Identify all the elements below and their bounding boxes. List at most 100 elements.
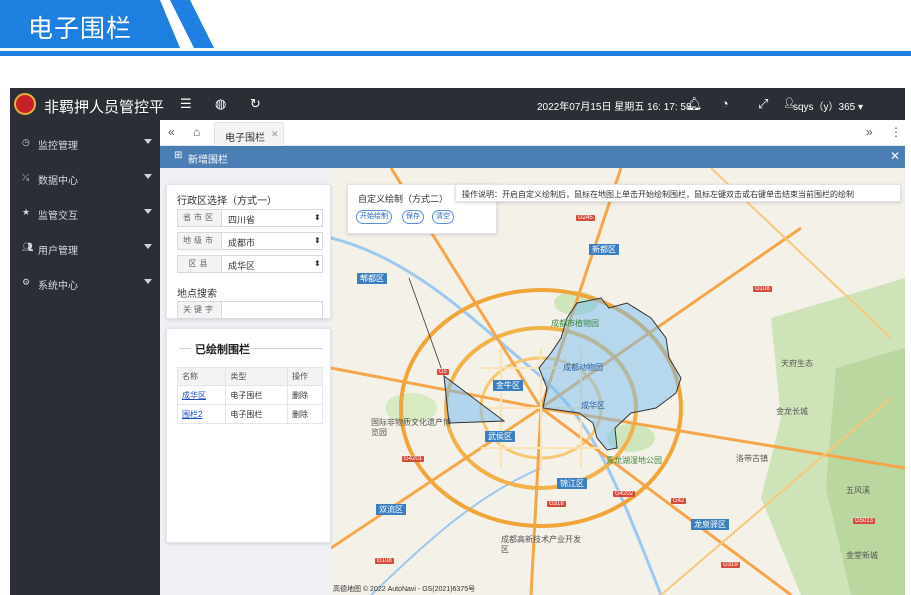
column-header-action: 操作 [286, 367, 324, 386]
table-row: 围栏2 电子围栏 删除 [176, 404, 324, 424]
app-window: 非羁押人员管控平 ☰ ◍ ↻ 2022年07月15日 星期五 16: 17: 5… [10, 88, 905, 595]
data-icon: ⤯ [22, 172, 30, 182]
fence-name-link[interactable]: 围栏2 [182, 410, 202, 419]
road-shield: G5 [437, 369, 450, 375]
city-select[interactable]: 地级市 成都市 ⬍ [177, 232, 323, 250]
region-select-card: 行政区选择（方式一） 省市区 四川省 ⬍ 地级市 成都市 ⬍ 区县 成华区 ⬍ … [166, 184, 331, 319]
district-label: 新都区 [589, 244, 619, 255]
caret-down-icon [144, 174, 152, 179]
sidebar-item-monitor[interactable]: ◷ 监控管理 [10, 126, 160, 161]
instructions-box: 操作说明：开启自定义绘制后，鼠标在地图上单击开始绘制围栏，鼠标左键双击或右键单击… [455, 184, 901, 202]
province-key: 省市区 [178, 210, 222, 226]
tab-scroll-right-icon[interactable]: » [866, 125, 873, 139]
district-label: 武侯区 [485, 431, 515, 442]
monitor-icon: ◷ [22, 137, 30, 147]
instructions-text: 操作说明：开启自定义绘制后，鼠标在地图上单击开始绘制围栏，鼠标左键双击或右键单击… [462, 190, 854, 199]
road-shield: G245 [576, 215, 595, 221]
fence-table: 名称 类型 操作 成华区 电子围栏 删除 围栏2 电子围栏 删除 [176, 367, 324, 424]
sidebar-item-data[interactable]: ⤯ 数据中心 [10, 161, 160, 196]
keyword-key: 关键字 [178, 302, 222, 318]
road-shield: G108 [375, 558, 394, 564]
close-icon[interactable]: ✕ [271, 129, 279, 140]
caret-down-icon [144, 139, 152, 144]
delete-button[interactable]: 删除 [292, 410, 308, 419]
sidebar-item-label: 系统中心 [38, 281, 78, 292]
dialog-header: ⊞ 新增围栏 ✕ [160, 146, 905, 168]
keyword-input[interactable] [223, 302, 322, 318]
fence-name-link[interactable]: 成华区 [182, 391, 206, 400]
sidebar: ◷ 监控管理 ⤯ 数据中心 ★ 监管交互 👥︎ 用户管理 ⚙ 系统中心 [10, 120, 160, 595]
more-vertical-icon[interactable]: ⋮ [890, 125, 902, 139]
tab-label: 电子围栏 [225, 133, 265, 144]
tab-electronic-fence[interactable]: 电子围栏 ✕ [214, 122, 284, 146]
sidebar-item-interaction[interactable]: ★ 监管交互 [10, 196, 160, 231]
bell-icon[interactable]: 🔔︎ [686, 96, 703, 112]
city-value: 成都市 [228, 238, 256, 248]
table-header-row: 名称 类型 操作 [176, 367, 324, 386]
district-label: 锦江区 [557, 478, 587, 489]
banner-underline [0, 51, 911, 56]
road-shield: G319 [721, 562, 740, 568]
district-label: 金牛区 [493, 380, 523, 391]
place-search-title: 地点搜索 [177, 289, 217, 300]
keyword-field: 关键字 [177, 301, 323, 319]
menu-icon[interactable]: ☰ [180, 96, 192, 112]
county-select[interactable]: 区县 成华区 ⬍ [177, 255, 323, 273]
map-label: 成都动物园 [563, 363, 603, 372]
dialog-content: 成都市植物园 成都动物园 天府生态 金龙长城 成华区 青龙湖湿地公园 洛带古镇 … [160, 168, 905, 595]
fullscreen-icon[interactable]: ⤢ [758, 96, 768, 112]
save-button[interactable]: 保存 [402, 210, 424, 224]
road [540, 406, 792, 595]
dialog-title: 新增围栏 [188, 155, 228, 166]
province-value: 四川省 [228, 215, 256, 225]
fence-list-card: 已绘制围栏 名称 类型 操作 成华区 电子围栏 删除 围栏2 电子围栏 删除 [166, 328, 331, 543]
user-name: sqys（y）365 [793, 102, 856, 113]
sidebar-item-users[interactable]: 👥︎ 用户管理 [10, 231, 160, 266]
app-title: 非羁押人员管控平 [44, 99, 165, 116]
table-cell: 电子围栏 [225, 385, 288, 405]
table-cell: 删除 [286, 404, 324, 424]
dashboard-icon[interactable]: ◔ [721, 96, 729, 111]
region-select-title: 行政区选择（方式一） [177, 196, 277, 207]
caret-down-icon [144, 244, 152, 249]
map-label: 成都市植物园 [551, 319, 599, 328]
road-shield: G42 [671, 498, 687, 504]
road-shield: G108 [753, 286, 772, 292]
road [529, 407, 543, 595]
divider [179, 348, 191, 349]
clear-button[interactable]: 清空 [432, 210, 454, 224]
caret-down-icon [144, 279, 152, 284]
select-arrows-icon: ⬍ [314, 213, 321, 222]
table-cell: 删除 [286, 385, 324, 405]
refresh-icon[interactable]: ↻ [250, 96, 261, 112]
start-draw-button[interactable]: 开始绘制 [356, 210, 392, 224]
map-label: 金龙长城 [776, 407, 808, 416]
dialog-close-icon[interactable]: ✕ [890, 149, 900, 163]
users-icon: 👥︎ [22, 242, 34, 252]
table-cell: 围栏2 [176, 404, 227, 424]
delete-button[interactable]: 删除 [292, 391, 308, 400]
city-key: 地级市 [178, 233, 222, 249]
home-icon[interactable]: ⌂ [193, 125, 200, 139]
caret-down-icon [144, 209, 152, 214]
divider [251, 348, 323, 349]
county-key: 区县 [178, 256, 222, 272]
table-cell: 成华区 [176, 385, 227, 405]
map-copyright: 高德地图 © 2022 AutoNavi - GS(2021)6375号 [333, 586, 476, 593]
sidebar-item-label: 监管交互 [38, 211, 78, 222]
select-arrows-icon: ⬍ [314, 259, 321, 268]
district-label: 龙泉驿区 [691, 519, 729, 530]
sidebar-item-label: 用户管理 [38, 246, 78, 257]
column-header-type: 类型 [225, 367, 288, 386]
globe-icon[interactable]: ◍ [215, 96, 226, 112]
province-select[interactable]: 省市区 四川省 ⬍ [177, 209, 323, 227]
tab-bar: « ⌂ 电子围栏 ✕ » ⋮ [160, 120, 905, 146]
sidebar-item-system[interactable]: ⚙ 系统中心 [10, 266, 160, 301]
tab-scroll-left-icon[interactable]: « [168, 125, 175, 139]
top-bar: 非羁押人员管控平 ☰ ◍ ↻ 2022年07月15日 星期五 16: 17: 5… [10, 88, 905, 120]
user-menu[interactable]: sqys（y）365 ▾ [793, 98, 863, 113]
page-banner: 电子围栏 [0, 0, 911, 60]
district-label: 双流区 [376, 504, 406, 515]
gear-icon: ⚙ [22, 277, 31, 287]
road-shield: G5013 [853, 518, 876, 524]
